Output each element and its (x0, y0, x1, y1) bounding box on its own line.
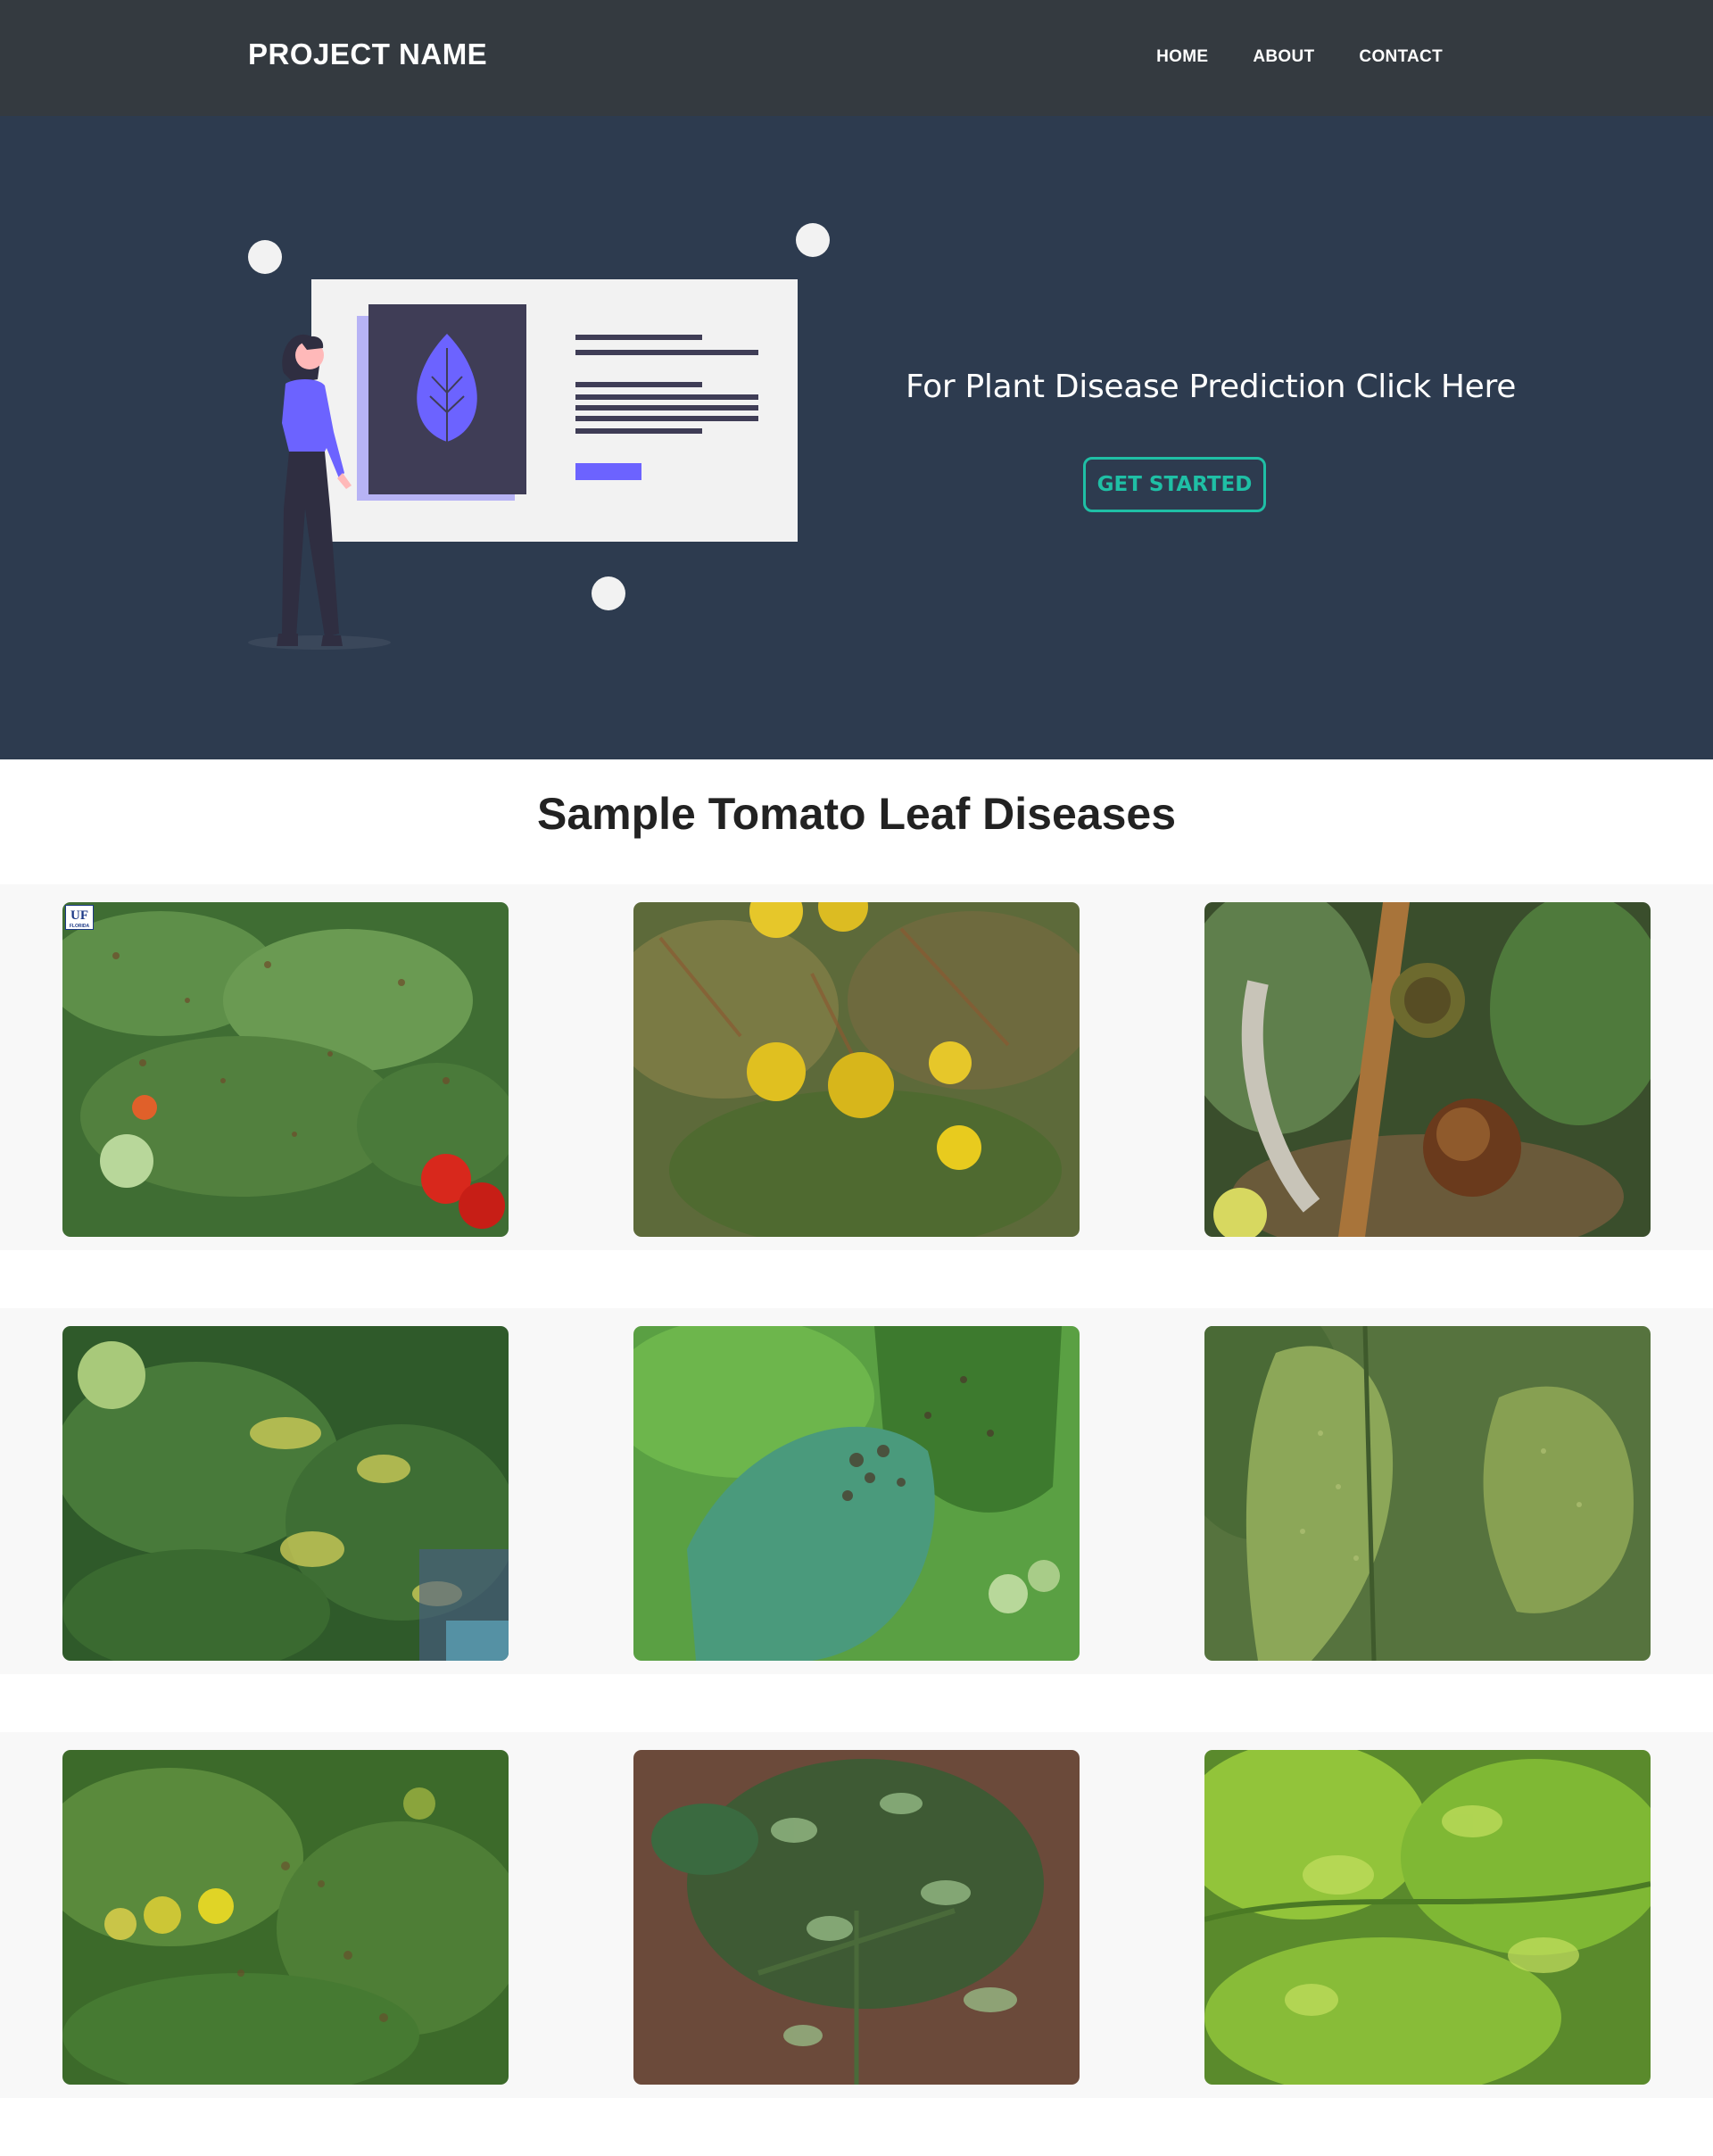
gallery-image[interactable] (633, 1326, 1080, 1661)
nav-links: HOME ABOUT CONTACT (1156, 47, 1443, 67)
get-started-button[interactable]: GET STARTED (1083, 457, 1266, 512)
gallery-image[interactable]: UF FLORIDA (62, 902, 509, 1237)
nav-contact-link[interactable]: CONTACT (1359, 47, 1443, 67)
presentation-illustration (248, 223, 830, 650)
gallery-image[interactable] (633, 902, 1080, 1237)
gallery-image[interactable] (1204, 902, 1651, 1237)
navbar: PROJECT NAME HOME ABOUT CONTACT (0, 0, 1713, 116)
uf-logo: UF FLORIDA (65, 905, 94, 930)
gallery-title: Sample Tomato Leaf Diseases (536, 789, 1176, 839)
gallery-image[interactable] (1204, 1326, 1651, 1661)
nav-home-link[interactable]: HOME (1156, 47, 1208, 67)
hero-section: For Plant Disease Prediction Click Here … (0, 116, 1713, 759)
brand-logo[interactable]: PROJECT NAME (248, 37, 487, 71)
gallery-image[interactable] (1204, 1750, 1651, 2085)
hero-tagline: For Plant Disease Prediction Click Here (906, 369, 1517, 405)
gallery-image[interactable] (62, 1750, 509, 2085)
gallery-image[interactable] (633, 1750, 1080, 2085)
gallery-image[interactable] (62, 1326, 509, 1661)
nav-about-link[interactable]: ABOUT (1253, 47, 1314, 67)
